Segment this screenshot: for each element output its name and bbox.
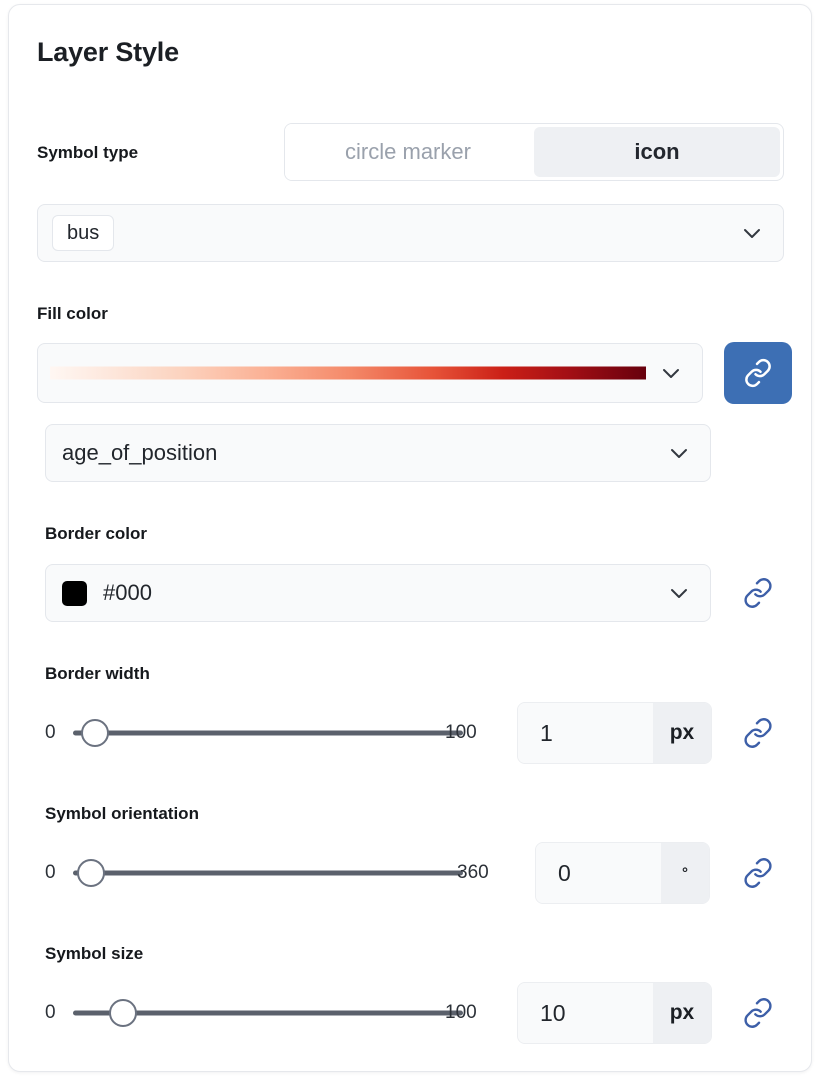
symbol-size-min: 0 (45, 1002, 56, 1023)
color-ramp-preview (50, 366, 646, 380)
link-icon (744, 858, 772, 888)
symbol-orientation-min: 0 (45, 862, 56, 883)
link-icon (744, 578, 772, 608)
border-width-label: Border width (45, 664, 150, 683)
symbol-size-unit: px (653, 983, 711, 1043)
border-width-input[interactable] (518, 703, 653, 763)
border-width-link-icon[interactable] (737, 712, 779, 754)
slider-thumb[interactable] (81, 719, 109, 747)
fill-color-label: Fill color (37, 304, 108, 323)
layer-style-panel: Layer Style Symbol type circle marker ic… (8, 4, 812, 1072)
chevron-down-icon[interactable] (739, 220, 765, 246)
fill-color-link-button[interactable] (724, 342, 792, 404)
symbol-orientation-max: 360 (457, 862, 489, 883)
fill-color-attribute-value: age_of_position (62, 440, 218, 465)
symbol-orientation-slider[interactable]: 0 360 (45, 845, 515, 901)
symbol-orientation-unit: ° (661, 843, 709, 903)
page-title: Layer Style (37, 37, 179, 67)
link-icon (744, 998, 772, 1028)
border-width-input-group[interactable]: px (517, 702, 712, 764)
border-width-min: 0 (45, 722, 56, 743)
slider-track[interactable] (73, 730, 463, 736)
segment-icon[interactable]: icon (534, 127, 780, 177)
border-color-swatch (62, 580, 87, 606)
border-width-slider[interactable]: 0 100 (45, 705, 495, 761)
icon-select-chip: bus (52, 215, 115, 251)
slider-thumb[interactable] (109, 999, 137, 1027)
border-color-value: #000 (103, 580, 152, 605)
fill-color-ramp-select[interactable] (37, 343, 703, 403)
border-width-max: 100 (445, 722, 477, 743)
link-icon (745, 358, 771, 388)
symbol-size-max: 100 (445, 1002, 477, 1023)
slider-thumb[interactable] (77, 859, 105, 887)
symbol-orientation-link-icon[interactable] (737, 852, 779, 894)
symbol-type-segmented-control[interactable]: circle marker icon (284, 123, 784, 181)
border-color-label: Border color (45, 524, 148, 543)
border-width-unit: px (653, 703, 711, 763)
slider-track[interactable] (73, 870, 463, 876)
symbol-size-slider[interactable]: 0 100 (45, 985, 495, 1041)
link-icon (744, 718, 772, 748)
border-color-select[interactable]: #000 (45, 564, 711, 622)
symbol-size-label: Symbol size (45, 944, 144, 963)
chevron-down-icon[interactable] (666, 580, 692, 606)
symbol-size-input-group[interactable]: px (517, 982, 712, 1044)
symbol-orientation-input[interactable] (536, 843, 661, 903)
symbol-size-link-icon[interactable] (737, 992, 779, 1034)
symbol-orientation-input-group[interactable]: ° (535, 842, 710, 904)
symbol-size-input[interactable] (518, 983, 653, 1043)
segment-circle-marker[interactable]: circle marker (285, 124, 531, 180)
border-color-link-icon[interactable] (737, 572, 779, 614)
chevron-down-icon[interactable] (666, 440, 692, 466)
symbol-type-label: Symbol type (37, 143, 139, 162)
fill-color-attribute-select[interactable]: age_of_position (45, 424, 711, 482)
chevron-down-icon[interactable] (658, 360, 684, 386)
symbol-orientation-label: Symbol orientation (45, 804, 199, 823)
icon-select[interactable]: bus (37, 204, 784, 262)
